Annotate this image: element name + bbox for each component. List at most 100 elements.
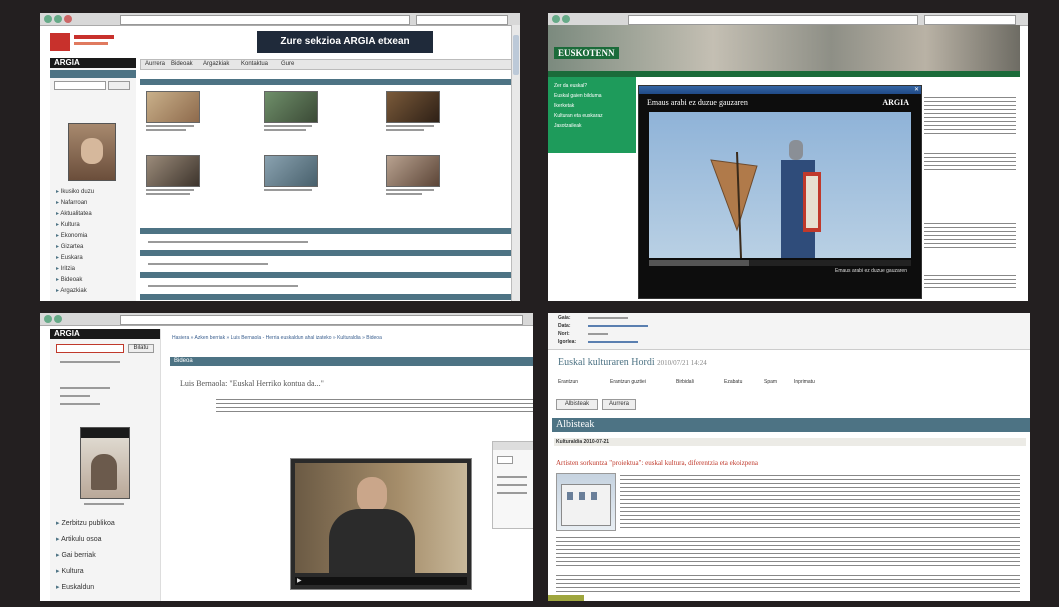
sidebar-item[interactable]: Ekonomia [56,232,88,239]
search-input[interactable] [54,81,106,90]
address-bar[interactable] [120,15,410,25]
search-button[interactable] [108,81,130,90]
thumbnail-caption[interactable] [146,189,194,191]
browser-search-input[interactable] [416,15,508,25]
sidebar-item[interactable]: Kultura [56,567,83,575]
forward-icon[interactable] [54,15,62,23]
screenshot-article-video: ARGIA Bilatu Zerbitzu publikoa Artikulu … [40,313,533,601]
thumbnail-caption[interactable] [264,125,312,127]
menu-item[interactable]: Kulturan eta euskaraz [554,113,603,119]
back-icon[interactable] [44,315,52,323]
menu-item[interactable]: Euskal gaien bilduma [554,93,602,99]
video-thumbnail[interactable] [146,155,200,187]
article-image[interactable] [556,473,616,531]
video-thumbnail[interactable] [386,91,440,123]
article-heading: Luis Bernaola: "Euskal Herriko kontua da… [180,379,324,388]
speaker-body [329,509,415,573]
sidebar-item[interactable]: Ikusiko duzu [56,188,94,195]
address-bar[interactable] [628,15,918,25]
forward-icon[interactable] [562,15,570,23]
list-item[interactable] [148,285,298,287]
thumbnail-caption [386,129,424,131]
thumbnail-caption[interactable] [146,125,194,127]
site-logo[interactable]: EUSKOTENN [554,47,619,59]
browser-toolbar [40,13,520,26]
print-link[interactable]: Inprimatu [794,379,815,385]
progress-bar[interactable] [649,260,911,266]
info-text [497,492,527,494]
sidebar-item[interactable]: Kultura [56,221,80,228]
video-frame[interactable] [649,112,911,258]
scroll-thumb[interactable] [513,35,519,75]
site-logo[interactable] [50,31,120,55]
next-button[interactable]: Aurrera [602,399,636,410]
video-thumbnail[interactable] [264,91,318,123]
list-item[interactable] [148,241,308,243]
video-thumbnail[interactable] [146,91,200,123]
sidebar-item[interactable]: Euskara [56,254,83,261]
sidebar-item[interactable]: Euskaldun [56,583,94,591]
back-icon[interactable] [44,15,52,23]
cover-masthead [81,428,129,438]
tab-aurrera[interactable]: Aurrera [145,61,165,67]
forward-icon[interactable] [54,315,62,323]
stop-icon[interactable] [64,15,72,23]
tab-kontaktua[interactable]: Kontaktua [241,61,268,67]
header-value[interactable] [588,325,648,327]
close-icon[interactable]: ✕ [914,86,919,93]
menu-item[interactable]: Zer da euskal? [554,83,587,89]
reply-link[interactable]: Erantzun [558,379,578,385]
sidebar-link[interactable] [60,395,90,397]
menu-item[interactable]: Ikerketak [554,103,574,109]
search-input[interactable] [56,344,124,353]
magazine-cover[interactable] [80,427,130,499]
breadcrumb[interactable]: Hasiera » Azken berriak » Luis Bernaola … [172,335,512,341]
sidebar-item[interactable]: Iritzia [56,265,75,272]
address-bar[interactable] [120,315,523,325]
tab-argazkiak[interactable]: Argazkiak [203,61,229,67]
albisteak-button[interactable]: Albisteak [556,399,598,410]
search-button[interactable]: Bilatu [128,344,154,353]
video-thumbnail[interactable] [386,155,440,187]
ad-banner[interactable]: Zure sekzioa ARGIA etxean [257,31,433,53]
video-player[interactable]: ▶ [290,458,472,590]
spam-link[interactable]: Spam [764,379,777,385]
sidebar-item[interactable]: Artikulu osoa [56,535,101,543]
video-thumbnail[interactable] [264,155,318,187]
article-title-link[interactable]: Artisten sorkuntza "proiektua": euskal k… [556,459,758,467]
tab-gure[interactable]: Gure [281,61,294,67]
email-date: 2010/07/21 14:24 [657,359,707,367]
info-input[interactable] [497,456,513,464]
browser-search-input[interactable] [924,15,1016,25]
scrollbar[interactable] [511,25,520,301]
list-item[interactable] [148,263,268,265]
sidebar-link[interactable] [60,387,110,389]
sidebar-item[interactable]: Gizartea [56,243,84,250]
thumbnail-caption[interactable] [264,189,312,191]
tab-bideoak[interactable]: Bideoak [171,61,193,67]
brand-logo[interactable]: ARGIA [50,329,160,339]
sidebar-item[interactable]: Gai berriak [56,551,95,559]
delete-link[interactable]: Ezabatu [724,379,742,385]
side-menu: Zer da euskal? Euskal gaien bilduma Iker… [548,77,636,153]
sidebar-link[interactable] [60,361,120,363]
brand-logo[interactable]: ARGIA [50,58,136,68]
back-icon[interactable] [552,15,560,23]
sidebar-item[interactable]: Argazkiak [56,287,86,294]
reply-all-link[interactable]: Erantzun guztiei [610,379,646,385]
video-controls[interactable]: ▶ [295,577,467,585]
sidebar-item[interactable]: Nafarroan [56,199,88,206]
sidebar-item[interactable]: Zerbitzu publikoa [56,519,114,527]
header-value[interactable] [588,341,638,343]
video-frame[interactable] [295,463,467,573]
play-icon[interactable]: ▶ [297,577,302,584]
sidebar-link[interactable] [60,403,100,405]
sidebar-item[interactable]: Aktualitatea [56,210,91,217]
thumbnail-caption[interactable] [386,125,434,127]
thumbnail-caption[interactable] [386,189,434,191]
sidebar-item[interactable]: Bideoak [56,276,83,283]
menu-item[interactable]: Jasotzaileak [554,123,582,129]
magazine-cover[interactable] [68,123,116,181]
status-tab[interactable] [548,595,584,601]
forward-link[interactable]: Birbidali [676,379,694,385]
